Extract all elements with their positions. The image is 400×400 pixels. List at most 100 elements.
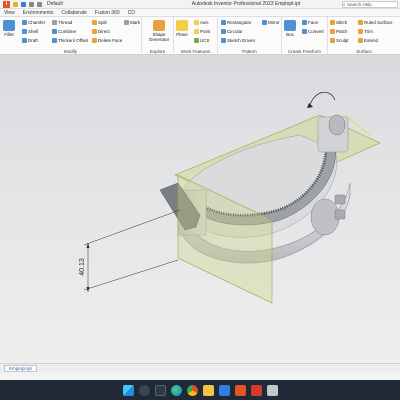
split-label: Split bbox=[98, 20, 107, 25]
fillet-button[interactable]: Fillet bbox=[3, 20, 15, 37]
rectangular-label: Rectangular bbox=[227, 20, 252, 25]
shape-generator-label: Shape Generator bbox=[148, 32, 170, 42]
search-placeholder: Search Help bbox=[347, 1, 372, 7]
point-button[interactable]: Point bbox=[194, 29, 210, 34]
app-icon[interactable] bbox=[250, 384, 262, 396]
mirror-button[interactable]: Mirror bbox=[262, 20, 280, 25]
plane-icon bbox=[176, 20, 188, 31]
mirror-icon bbox=[262, 20, 267, 25]
tab-co[interactable]: CO bbox=[124, 9, 140, 17]
help-search-input[interactable]: ⌕ Search Help bbox=[342, 0, 398, 8]
dimension-value[interactable]: 40.13 bbox=[79, 258, 86, 276]
taskbar-search-icon[interactable] bbox=[138, 384, 150, 396]
box-button[interactable]: Box bbox=[284, 20, 296, 37]
ucs-label: UCS bbox=[200, 38, 210, 43]
right-bolt-1[interactable] bbox=[334, 194, 346, 205]
profile-selector[interactable]: Default bbox=[47, 1, 63, 7]
panel-label-modify[interactable]: Modify bbox=[0, 49, 141, 54]
edge-browser-icon[interactable] bbox=[170, 384, 182, 396]
draft-button[interactable]: Draft bbox=[22, 38, 38, 43]
tab-collaborate[interactable]: Collaborate bbox=[57, 9, 91, 17]
thread-label: Thread bbox=[58, 20, 73, 25]
app-icon-2[interactable] bbox=[266, 384, 278, 396]
rectangular-pattern-icon bbox=[221, 20, 226, 25]
sketch-driven-pattern-button[interactable]: Sketch Driven bbox=[221, 38, 255, 43]
panel-label-surface: Surface bbox=[356, 49, 372, 54]
store-icon[interactable] bbox=[218, 384, 230, 396]
ribbon: Fillet Chamfer Shell Draft Thread Combin… bbox=[0, 17, 400, 55]
ucs-button[interactable]: UCS bbox=[194, 38, 210, 43]
dimension-extension-top bbox=[83, 209, 181, 246]
windows-start-icon[interactable] bbox=[122, 384, 134, 396]
trim-button[interactable]: Trim bbox=[358, 29, 373, 34]
combine-label: Combine bbox=[58, 29, 77, 34]
split-button[interactable]: Split bbox=[92, 20, 107, 25]
tab-view[interactable]: View bbox=[0, 9, 19, 17]
trim-icon bbox=[358, 29, 363, 34]
split-icon bbox=[92, 20, 97, 25]
rear-knob[interactable] bbox=[328, 114, 346, 136]
stitch-label: Stitch bbox=[336, 20, 348, 25]
draft-icon bbox=[22, 38, 27, 43]
redo-icon[interactable] bbox=[37, 1, 42, 7]
taskbar bbox=[0, 380, 400, 400]
open-icon[interactable] bbox=[13, 1, 18, 7]
delete-face-button[interactable]: Delete Face bbox=[92, 38, 122, 43]
inventor-taskbar-icon[interactable] bbox=[234, 384, 246, 396]
dimension-extension-bottom bbox=[83, 259, 179, 291]
right-bolt-2[interactable] bbox=[334, 209, 346, 220]
save-icon[interactable] bbox=[21, 1, 26, 7]
stitch-icon bbox=[330, 20, 335, 25]
combine-button[interactable]: Combine bbox=[52, 29, 76, 34]
file-explorer-icon[interactable] bbox=[202, 384, 214, 396]
box-label: Box bbox=[286, 32, 294, 37]
sculpt-button[interactable]: Sculpt bbox=[330, 38, 349, 43]
plane-button[interactable]: Plane bbox=[176, 20, 188, 37]
thicken-label: Thicken/ Offset bbox=[58, 38, 89, 43]
shape-generator-icon bbox=[153, 20, 165, 31]
extend-button[interactable]: Extend bbox=[358, 38, 378, 43]
shell-label: Shell bbox=[28, 29, 39, 34]
tab-environments[interactable]: Environments bbox=[19, 9, 58, 17]
combine-icon bbox=[52, 29, 57, 34]
axis-button[interactable]: Axis bbox=[194, 20, 209, 25]
thread-button[interactable]: Thread bbox=[52, 20, 72, 25]
model-view[interactable]: 40.13 bbox=[0, 55, 400, 363]
rectangular-pattern-button[interactable]: Rectangular bbox=[221, 20, 251, 25]
shell-button[interactable]: Shell bbox=[22, 29, 38, 34]
undo-icon[interactable] bbox=[29, 1, 34, 7]
trim-label: Trim bbox=[364, 29, 373, 34]
ruled-surface-button[interactable]: Ruled Surface bbox=[358, 20, 393, 25]
patch-button[interactable]: Patch bbox=[330, 29, 348, 34]
panel-label-create-freeform: Create Freeform bbox=[287, 49, 321, 54]
face-button[interactable]: Face bbox=[302, 20, 318, 25]
panel-surface: Stitch Patch Sculpt Ruled Surface Trim E… bbox=[328, 17, 400, 55]
thicken-icon bbox=[52, 38, 57, 43]
sketch-driven-label: Sketch Driven bbox=[227, 38, 256, 43]
circular-pattern-button[interactable]: Circular bbox=[221, 29, 243, 34]
direct-button[interactable]: Direct bbox=[92, 29, 110, 34]
extend-icon bbox=[358, 38, 363, 43]
window-title: Autodesk Inventor Professional 2023 Empt… bbox=[191, 1, 301, 7]
delete-face-label: Delete Face bbox=[98, 38, 123, 43]
circular-label: Circular bbox=[227, 29, 243, 34]
chamfer-button[interactable]: Chamfer bbox=[22, 20, 45, 25]
box-icon bbox=[284, 20, 296, 31]
tab-fusion-360[interactable]: Fusion 360 bbox=[91, 9, 124, 17]
convert-button[interactable]: Convert bbox=[302, 29, 324, 34]
thicken-offset-button[interactable]: Thicken/ Offset bbox=[52, 38, 88, 43]
task-view-icon[interactable] bbox=[154, 384, 166, 396]
shape-generator-button[interactable]: Shape Generator bbox=[147, 20, 171, 42]
ribbon-tabs: View Environments Collaborate Fusion 360… bbox=[0, 9, 400, 17]
stitch-button[interactable]: Stitch bbox=[330, 20, 347, 25]
inventor-logo-icon[interactable]: I bbox=[3, 0, 10, 8]
document-tab[interactable]: Emptopt.ipt bbox=[4, 365, 37, 372]
chrome-browser-icon[interactable] bbox=[186, 384, 198, 396]
dimension-arrow-bottom-icon bbox=[86, 287, 90, 292]
point-icon bbox=[194, 29, 199, 34]
convert-icon bbox=[302, 29, 307, 34]
sculpt-icon bbox=[330, 38, 335, 43]
panel-create-freeform: Box Face Convert Create Freeform bbox=[282, 17, 328, 55]
mark-button[interactable]: Mark bbox=[124, 20, 140, 25]
graphics-viewport[interactable]: 40.13 bbox=[0, 55, 400, 363]
